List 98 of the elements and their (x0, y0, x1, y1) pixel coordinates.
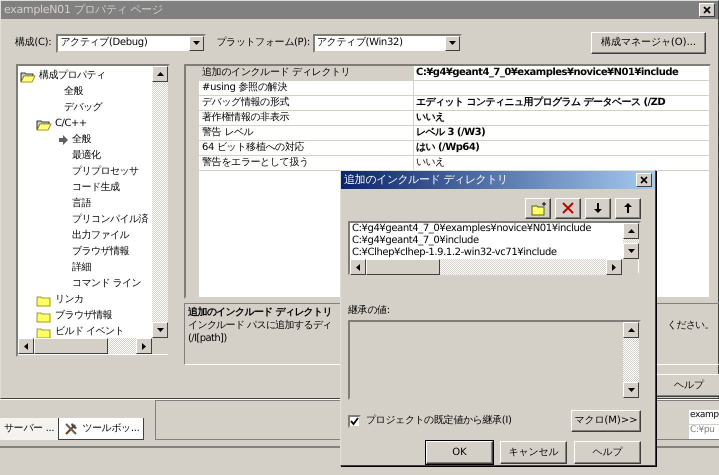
scrollbar[interactable] (152, 66, 168, 338)
scroll-arrow-button[interactable] (152, 66, 168, 82)
table-cell: examp (689, 409, 719, 424)
tab-label[interactable]: サーバー ... (4, 423, 54, 435)
down-arrow-icon (156, 326, 164, 334)
field-label: 構成(C): (15, 37, 52, 49)
scrollbar[interactable] (18, 338, 152, 354)
toolbar-button[interactable] (585, 198, 611, 219)
tree-item[interactable]: 出力ファイル (72, 230, 129, 242)
table-cell: C:¥pu (689, 424, 719, 439)
description-title: 追加のインクルード ディレクトリ (188, 306, 332, 319)
syntax-text: (/I[path]) (188, 332, 227, 345)
macro-button[interactable]: マクロ(M)>> (571, 410, 641, 432)
tree-item[interactable]: 全般 (72, 134, 91, 146)
dropdown[interactable]: アクティブ(Win32) (312, 34, 462, 52)
property-name: 警告 レベル (199, 126, 414, 140)
config-manager-button[interactable]: 構成マネージャ(O)... (591, 32, 706, 54)
scrollbar[interactable] (350, 259, 622, 275)
tree-item[interactable]: プリプロセッサ (72, 166, 138, 178)
tree-item[interactable]: C/C++ (55, 118, 87, 130)
dialog-button[interactable]: OK (426, 441, 493, 464)
tab-label[interactable]: ツールボッ... (82, 422, 140, 434)
up-arrow-icon (156, 70, 164, 78)
tools-icon (63, 420, 80, 436)
tree-item[interactable]: ビルド イベント (55, 326, 124, 338)
tree-item[interactable]: 全般 (64, 86, 83, 98)
scrollbar[interactable] (623, 223, 639, 259)
tree-item[interactable]: 最適化 (72, 150, 100, 162)
property-value: いいえ (416, 112, 444, 123)
property-value: いいえ (416, 157, 444, 168)
checkbox-label[interactable]: プロジェクトの既定値から継承(I) (366, 415, 512, 427)
close-button[interactable] (699, 3, 715, 17)
tree-item[interactable]: 詳細 (72, 262, 91, 274)
right-arrow-icon (140, 342, 148, 350)
panel-tab[interactable]: サーバー ... (0, 418, 58, 440)
scroll-arrow-button[interactable] (623, 243, 639, 259)
tree-item[interactable]: 言語 (72, 198, 91, 210)
panel-tab[interactable]: ツールボッ... (58, 418, 144, 440)
scroll-arrow-button[interactable] (623, 223, 639, 239)
tree-item[interactable]: デバッグ (64, 102, 102, 114)
directory-item[interactable]: C:¥Clhep¥clhep-1.9.1.2-win32-vc71¥include (352, 247, 557, 259)
toolbar-button[interactable] (615, 198, 641, 219)
dropdown[interactable]: アクティブ(Debug) (56, 34, 206, 52)
scrollbar[interactable] (623, 322, 639, 398)
description-text: ください。 (666, 319, 714, 332)
property-name: 64 ビット移植への対応 (199, 141, 414, 155)
delete-icon (560, 201, 576, 216)
property-name: #using 参照の解決 (199, 81, 414, 95)
dialog-button[interactable]: キャンセル (500, 441, 567, 464)
scroll-thumb[interactable] (366, 259, 440, 275)
tree-item[interactable]: ブラウザ情報 (55, 310, 112, 322)
new-folder-icon (530, 201, 546, 216)
tree-item[interactable]: 構成プロパティ (39, 70, 106, 82)
right-arrow-icon (610, 262, 618, 272)
scroll-arrow-button[interactable] (152, 322, 168, 338)
property-value: エディット コンティニュ用プログラム データベース (/ZD (416, 97, 666, 108)
down-arrow-icon (626, 386, 636, 394)
property-value: レベル 3 (/W3) (416, 127, 486, 138)
tree-item[interactable]: コード生成 (72, 182, 120, 194)
field-label: プラットフォーム(P): (216, 37, 310, 49)
left-arrow-icon (354, 262, 362, 272)
field-label: 継承の値: (348, 305, 390, 317)
dialog-button[interactable]: ヘルプ (574, 441, 641, 464)
scroll-arrow-button[interactable] (18, 338, 34, 354)
tree-item[interactable]: ブラウザ情報 (72, 246, 129, 258)
close-icon (702, 5, 712, 15)
property-name: デバッグ情報の形式 (199, 96, 414, 110)
up-arrow-icon (626, 226, 636, 236)
window-title: exampleN01 プロパティ ページ (4, 3, 163, 17)
down-arrow-icon (626, 246, 636, 256)
description-text: インクルード パスに追加するディ (188, 319, 332, 332)
scroll-arrow-button[interactable] (623, 382, 639, 398)
dropdown-arrow-icon (192, 38, 202, 48)
check-icon (350, 416, 359, 426)
close-icon (639, 175, 649, 185)
scroll-arrow-button[interactable] (350, 259, 366, 275)
toolbar-button[interactable] (555, 198, 581, 219)
dropdown-arrow-icon (448, 38, 457, 48)
dialog-title: 追加のインクルード ディレクトリ (344, 173, 508, 187)
help-button[interactable]: ヘルプ (655, 374, 719, 397)
directory-item[interactable]: C:¥g4¥geant4_7_0¥include (352, 235, 479, 247)
scroll-thumb[interactable] (34, 338, 108, 354)
scroll-arrow-button[interactable] (623, 322, 639, 338)
left-arrow-icon (22, 342, 30, 350)
property-value: C:¥g4¥geant4_7_0¥examples¥novice¥N01¥include (416, 67, 678, 78)
checkbox[interactable] (348, 414, 361, 428)
arrow-pointer-icon (58, 135, 68, 145)
tree-item[interactable]: コマンド ライン (72, 278, 142, 290)
up-arrow-icon (626, 326, 636, 334)
tree-item[interactable]: プリコンパイル済 (72, 214, 148, 226)
property-value: はい (/Wp64) (416, 142, 480, 153)
scroll-arrow-button[interactable] (136, 338, 152, 354)
directory-item[interactable]: C:¥g4¥geant4_7_0¥examples¥novice¥N01¥include (352, 223, 592, 235)
property-name: 著作権情報の非表示 (199, 111, 414, 125)
scroll-arrow-button[interactable] (606, 259, 622, 275)
toolbar-button[interactable] (525, 198, 551, 219)
close-button[interactable] (636, 173, 652, 187)
tree-item[interactable]: リンカ (55, 294, 84, 306)
